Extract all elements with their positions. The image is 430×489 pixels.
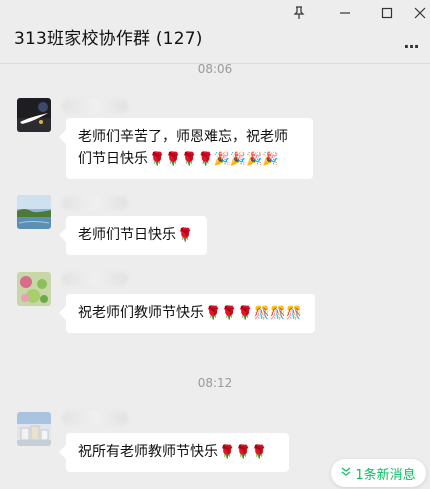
chevron-down-icon (341, 467, 351, 480)
avatar[interactable] (17, 195, 51, 229)
timestamp: 08:12 (197, 376, 233, 390)
new-messages-button[interactable]: 1条新消息 (331, 459, 426, 487)
close-icon[interactable] (405, 2, 430, 24)
message-bubble[interactable]: 老师们节日快乐🌹 (66, 216, 207, 255)
pin-icon[interactable] (284, 2, 314, 24)
message-text: 老师们节日快乐 (78, 227, 176, 243)
sender-name-blurred (62, 99, 128, 113)
sender-name-blurred (62, 411, 128, 425)
sender-name-blurred (62, 196, 128, 210)
message-bubble[interactable]: 祝所有老师教师节快乐🌹🌹🌹 (66, 433, 289, 472)
emoji-sequence: 🌹🌹🌹🌹🎉🎉🎉🎉 (149, 152, 279, 167)
avatar[interactable] (17, 98, 51, 132)
timestamp: 08:06 (197, 62, 233, 76)
message-bubble[interactable]: 老师们辛苦了，师恩难忘，祝老师们节日快乐🌹🌹🌹🌹🎉🎉🎉🎉 (66, 118, 313, 179)
message-bubble[interactable]: 祝老师们教师节快乐🌹🌹🌹🎊🎊🎊 (66, 294, 315, 333)
emoji-sequence: 🌹🌹🌹🎊🎊🎊 (205, 306, 303, 321)
emoji-sequence: 🌹🌹🌹 (219, 445, 268, 460)
message-text: 祝老师们教师节快乐 (78, 305, 204, 321)
chat-title: 313班家校协作群 (127) (14, 29, 203, 49)
maximize-icon[interactable] (372, 2, 402, 24)
message-text: 祝所有老师教师节快乐 (78, 444, 218, 460)
chat-header: 313班家校协作群 (127) ... (0, 0, 430, 64)
minimize-icon[interactable] (330, 2, 360, 24)
sender-name-blurred (62, 272, 128, 286)
avatar[interactable] (17, 412, 51, 446)
emoji-sequence: 🌹 (177, 228, 194, 243)
more-options-button[interactable]: ... (398, 32, 424, 52)
avatar[interactable] (17, 272, 51, 306)
new-messages-label: 1条新消息 (355, 467, 416, 483)
